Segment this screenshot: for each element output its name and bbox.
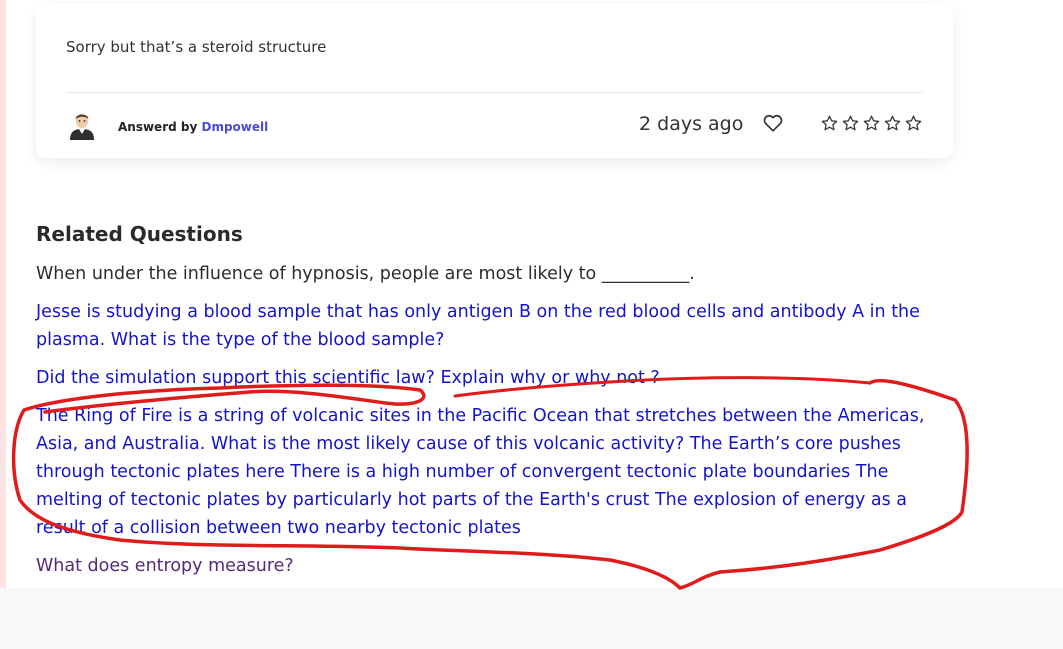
star-rating xyxy=(820,114,923,134)
related-question-link-2[interactable]: Jesse is studying a blood sample that ha… xyxy=(36,298,956,354)
avatar xyxy=(70,114,94,140)
heart-icon[interactable] xyxy=(762,112,784,134)
answerer-name[interactable]: Dmpowell xyxy=(201,120,268,134)
related-question-link-5[interactable]: What does entropy measure? xyxy=(36,552,956,580)
related-question-link-4[interactable]: The Ring of Fire is a string of volcanic… xyxy=(36,402,956,542)
answer-card: Sorry but that’s a steroid structure Ans… xyxy=(36,4,953,158)
answer-text: Sorry but that’s a steroid structure xyxy=(66,38,327,56)
star-icon[interactable] xyxy=(904,114,923,133)
star-icon[interactable] xyxy=(883,114,902,133)
answer-timestamp: 2 days ago xyxy=(639,113,744,135)
related-question-1: When under the influence of hypnosis, pe… xyxy=(36,264,695,284)
related-questions-heading: Related Questions xyxy=(36,222,243,246)
star-icon[interactable] xyxy=(841,114,860,133)
star-icon[interactable] xyxy=(862,114,881,133)
related-question-link-3[interactable]: Did the simulation support this scientif… xyxy=(36,364,956,392)
star-icon[interactable] xyxy=(820,114,839,133)
answered-by: Answerd by Dmpowell xyxy=(118,120,268,134)
answered-by-label: Answerd by xyxy=(118,120,198,134)
card-divider xyxy=(66,92,923,93)
